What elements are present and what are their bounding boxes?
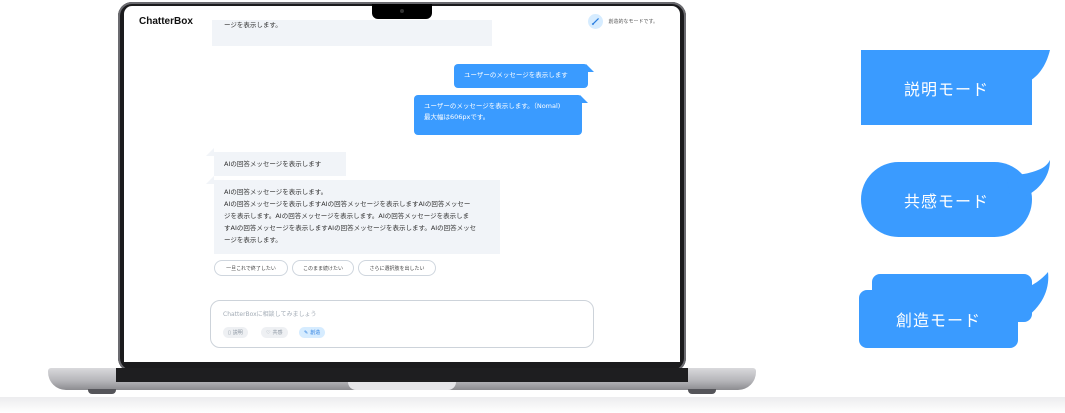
bubble-tail bbox=[206, 176, 214, 184]
mode-button-empathy[interactable]: ♡ 共感 bbox=[261, 327, 288, 338]
chat-input-placeholder[interactable]: ChatterBoxに相談してみましょう bbox=[223, 309, 317, 318]
app-title: ChatterBox bbox=[139, 16, 193, 27]
mode-indicator[interactable]: 創造的なモードです。 bbox=[588, 14, 658, 29]
bubble-tail bbox=[1016, 50, 1050, 84]
heart-hand-icon: ♡ bbox=[266, 329, 271, 336]
mode-card-label: 共感モード bbox=[903, 191, 989, 211]
user-message: ユーザーのメッセージを表示します。（Nomal) 最大幅は606pxです。 bbox=[414, 95, 582, 135]
mode-button-explain[interactable]: ▯ 説明 bbox=[223, 327, 248, 338]
mode-card-label: 説明モード bbox=[903, 79, 989, 99]
ai-message: AIの回答メッセージを表示します bbox=[214, 152, 346, 176]
mode-card-explain: 説明モード bbox=[861, 50, 1032, 125]
user-message-text: ユーザーのメッセージを表示します bbox=[464, 71, 568, 79]
camera-icon bbox=[400, 9, 404, 13]
suggestion-chip-more-options[interactable]: さらに選択肢を出したい bbox=[358, 260, 436, 276]
mode-button-label: 説明 bbox=[232, 330, 243, 336]
pen-icon bbox=[588, 14, 604, 29]
user-message-text: 最大幅は606pxです。 bbox=[424, 113, 490, 121]
laptop-foot bbox=[688, 389, 716, 394]
chat-input-box[interactable]: ChatterBoxに相談してみましょう ▯ 説明 ♡ 共感 ✎ 創造 bbox=[210, 300, 594, 348]
mode-button-label: 共感 bbox=[272, 330, 283, 336]
suggestion-chip-continue[interactable]: このまま続けたい bbox=[292, 260, 354, 276]
laptop-thumb-notch bbox=[348, 382, 456, 390]
mode-card-create: 創造モード bbox=[859, 290, 1018, 348]
mode-button-label: 創造 bbox=[310, 330, 321, 336]
ai-message-line: AIの回答メッセージを表示しますAIの回答メッセージを表示しますAIの回答メッセ… bbox=[224, 200, 471, 208]
pen-icon: ✎ bbox=[304, 329, 309, 336]
camera-notch bbox=[372, 4, 432, 19]
mode-card-label: 創造モード bbox=[895, 311, 981, 330]
ai-message-line: ジを表示します。AIの回答メッセージを表示します。AIの回答メッセージを表示しま bbox=[224, 212, 470, 220]
ai-message-text: AIの回答メッセージを表示します bbox=[224, 160, 322, 168]
mode-button-create[interactable]: ✎ 創造 bbox=[299, 327, 326, 338]
ai-message-line: すAIの回答メッセージを表示しますAIの回答メッセージを表示します。AIの回答メ… bbox=[224, 224, 477, 232]
ai-message-line: AIの回答メッセージを表示します。 bbox=[224, 188, 328, 196]
mode-indicator-label: 創造的なモードです。 bbox=[608, 19, 658, 25]
ai-message: AIの回答メッセージを表示します。 AIの回答メッセージを表示しますAIの回答メ… bbox=[214, 180, 500, 254]
bubble-tail bbox=[580, 95, 588, 103]
app-screen: ChatterBox 創造的なモードです。 ージを表示します。 ユーザーのメッセ… bbox=[124, 6, 680, 362]
ai-message-text: ージを表示します。 bbox=[224, 21, 282, 29]
ai-message-partial: ージを表示します。 bbox=[212, 20, 492, 46]
bubble-tail bbox=[1006, 160, 1050, 196]
user-message-text: ユーザーのメッセージを表示します。（Nomal) bbox=[424, 102, 561, 110]
bubble-tail bbox=[1012, 272, 1049, 322]
bubble-tail bbox=[206, 148, 214, 156]
laptop-foot bbox=[88, 389, 116, 394]
user-message: ユーザーのメッセージを表示します bbox=[454, 64, 588, 88]
suggestion-chip-finish[interactable]: 一旦これで終了したい bbox=[214, 260, 288, 276]
bubble-tail bbox=[586, 64, 594, 72]
laptop-shadow bbox=[0, 397, 1065, 413]
laptop-hinge bbox=[116, 368, 688, 382]
book-icon: ▯ bbox=[228, 329, 231, 336]
ai-message-line: ージを表示します。 bbox=[224, 236, 282, 244]
